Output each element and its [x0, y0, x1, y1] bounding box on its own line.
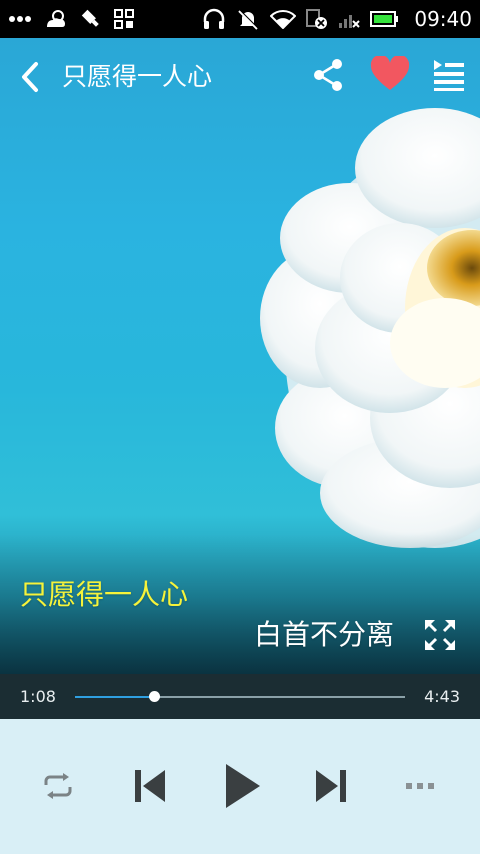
heart-icon — [370, 56, 410, 90]
wifi-icon — [270, 9, 297, 29]
previous-button[interactable] — [122, 749, 178, 823]
next-icon — [316, 770, 346, 802]
previous-icon — [135, 770, 165, 802]
status-bar: 09:40 — [0, 0, 480, 38]
flower-artwork — [260, 108, 480, 548]
apps-icon — [114, 9, 134, 29]
favorite-button[interactable] — [370, 56, 410, 92]
expand-icon — [425, 620, 455, 650]
current-time: 1:08 — [20, 687, 56, 706]
lyric-next-line: 白首不分离 — [253, 618, 394, 651]
repeat-icon — [44, 773, 72, 799]
playback-controls — [0, 719, 480, 854]
song-title: 只愿得一人心 — [62, 62, 213, 91]
share-button[interactable] — [312, 58, 346, 92]
headphones-icon — [202, 8, 226, 30]
more-icon — [406, 783, 434, 789]
play-icon — [226, 764, 260, 808]
share-icon — [314, 59, 342, 91]
top-bar: 只愿得一人心 — [0, 38, 480, 114]
back-icon — [22, 62, 38, 92]
fullscreen-button[interactable] — [422, 617, 458, 653]
usb-icon — [80, 8, 102, 30]
battery-icon — [370, 10, 400, 28]
back-button[interactable] — [16, 60, 46, 94]
play-button[interactable] — [214, 749, 270, 823]
signal-icon — [338, 9, 361, 29]
weather-icon — [44, 9, 68, 29]
playlist-icon — [434, 60, 464, 91]
more-button[interactable] — [392, 749, 448, 823]
playlist-button[interactable] — [432, 58, 466, 92]
total-time: 4:43 — [424, 687, 460, 706]
seek-thumb[interactable] — [149, 691, 161, 702]
lyric-current-line: 只愿得一人心 — [20, 578, 189, 611]
repeat-button[interactable] — [30, 749, 86, 823]
sim-icon — [306, 8, 328, 30]
seek-fill — [75, 696, 155, 698]
mute-icon — [236, 8, 260, 30]
more-dots-icon — [8, 15, 32, 23]
player-area: 只愿得一人心 只愿得一人心 白首不分离 — [0, 38, 480, 674]
progress-bar: 1:08 4:43 — [0, 674, 480, 719]
seek-track[interactable] — [75, 691, 405, 702]
next-button[interactable] — [303, 749, 359, 823]
clock: 09:40 — [414, 7, 472, 31]
